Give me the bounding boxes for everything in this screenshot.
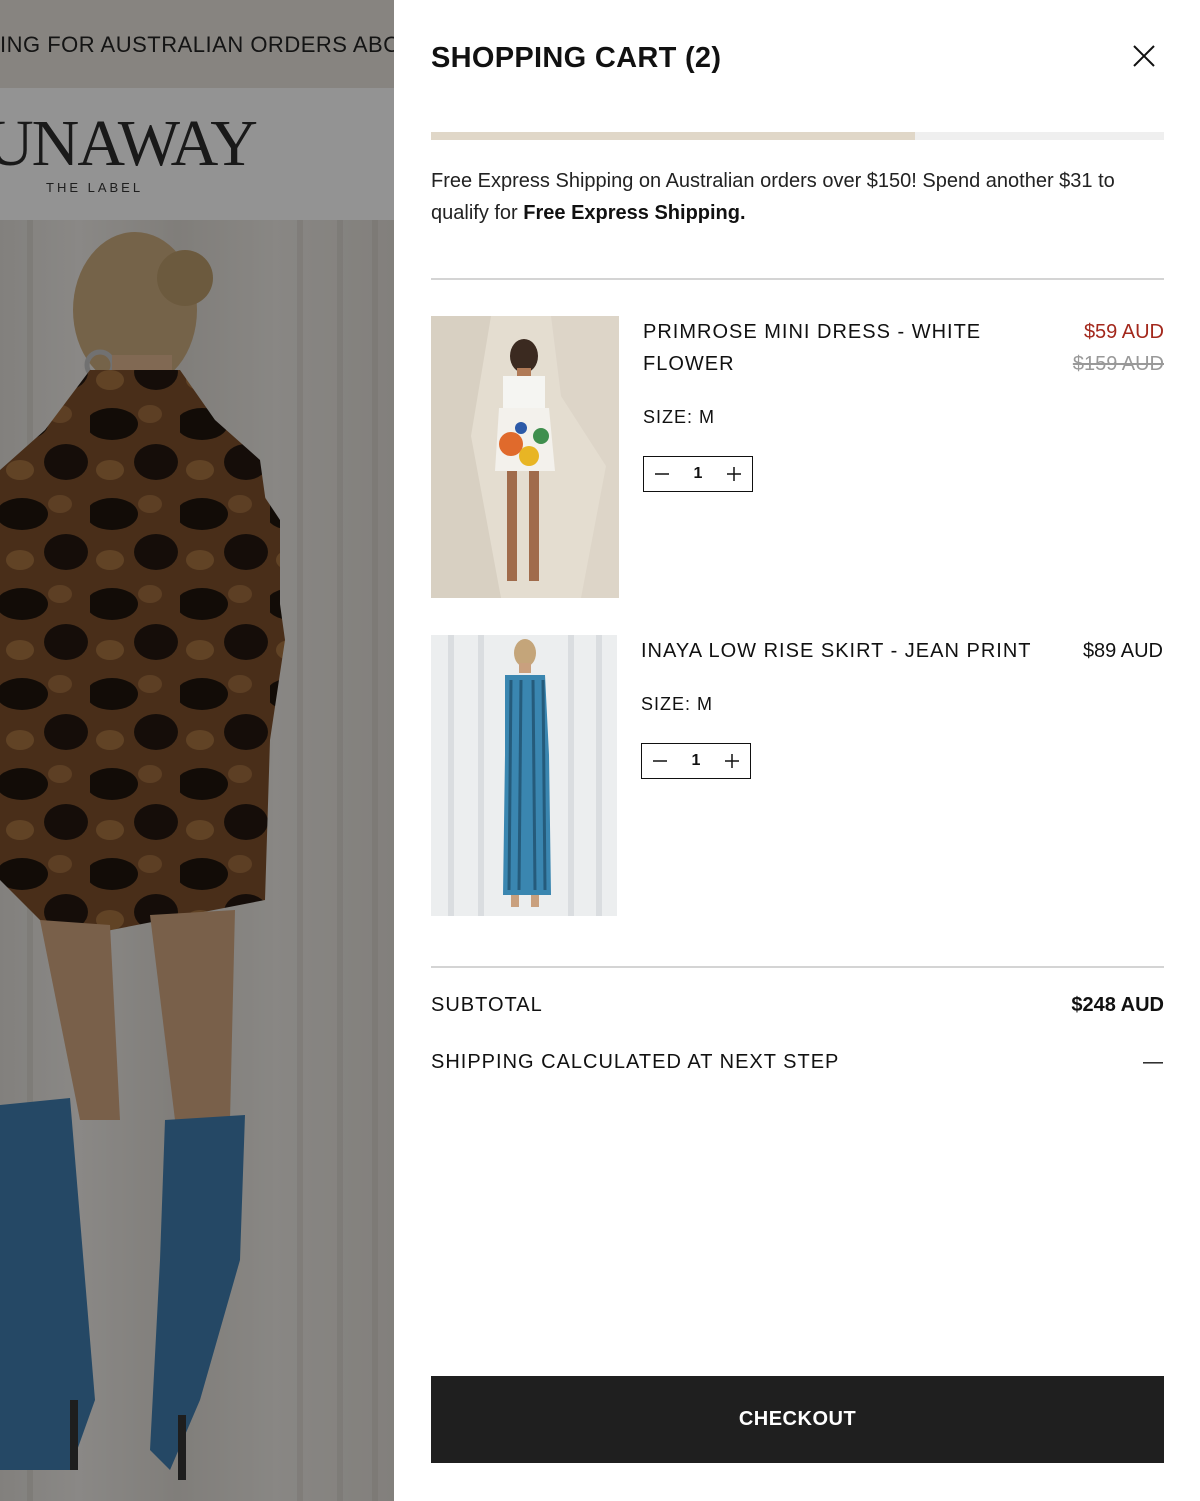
- cart-item-price: $59 AUD: [1083, 321, 1164, 343]
- checkout-button[interactable]: CHECKOUT: [431, 1376, 1164, 1463]
- cart-drawer: SHOPPING CART (2) Free Express Shipping …: [394, 0, 1200, 1501]
- shipping-value: —: [1143, 1051, 1164, 1073]
- minus-icon: [653, 760, 667, 762]
- cart-item-compare-price: $159 AUD: [1072, 353, 1164, 375]
- cart-item-price: $89 AUD: [1082, 640, 1163, 662]
- plus-icon: [727, 467, 741, 481]
- free-shipping-progress-fill: [431, 132, 915, 140]
- divider: [431, 278, 1164, 280]
- subtotal-value: $248 AUD: [1071, 994, 1164, 1016]
- subtotal-row: SUBTOTAL $248 AUD: [431, 994, 1164, 1017]
- shipping-row: SHIPPING CALCULATED AT NEXT STEP —: [431, 1051, 1164, 1074]
- decrease-quantity-button[interactable]: [648, 749, 672, 773]
- cart-item-size: SIZE: M: [643, 407, 716, 427]
- product-image-primrose[interactable]: [431, 316, 619, 603]
- free-shipping-message: Free Express Shipping on Australian orde…: [431, 165, 1164, 229]
- drawer-overlay[interactable]: [0, 0, 394, 1501]
- cart-item-size: SIZE: M: [641, 694, 714, 714]
- increase-quantity-button[interactable]: [722, 462, 746, 486]
- cart-item-name[interactable]: INAYA LOW RISE SKIRT - JEAN PRINT: [641, 635, 1041, 667]
- increase-quantity-button[interactable]: [720, 749, 744, 773]
- product-image-inaya[interactable]: [431, 635, 617, 921]
- cart-item: INAYA LOW RISE SKIRT - JEAN PRINT $89 AU…: [431, 635, 1164, 916]
- background-page[interactable]: ING FOR AUSTRALIAN ORDERS ABO UNAWAY THE…: [0, 0, 394, 1501]
- cart-title: SHOPPING CART (2): [431, 42, 722, 74]
- cart-item-name[interactable]: PRIMROSE MINI DRESS - WHITE FLOWER: [643, 316, 1023, 380]
- minus-icon: [655, 473, 669, 475]
- close-cart-button[interactable]: [1128, 40, 1160, 72]
- plus-icon: [725, 754, 739, 768]
- quantity-stepper[interactable]: 1: [641, 743, 751, 779]
- cart-item: PRIMROSE MINI DRESS - WHITE FLOWER $59 A…: [431, 316, 1164, 598]
- shipping-label: SHIPPING CALCULATED AT NEXT STEP: [431, 1051, 840, 1073]
- quantity-value[interactable]: 1: [694, 465, 703, 483]
- quantity-stepper[interactable]: 1: [643, 456, 753, 492]
- free-shipping-progress: [431, 132, 1164, 140]
- decrease-quantity-button[interactable]: [650, 462, 674, 486]
- close-icon: [1133, 45, 1155, 67]
- subtotal-label: SUBTOTAL: [431, 994, 543, 1016]
- quantity-value[interactable]: 1: [692, 752, 701, 770]
- divider: [431, 966, 1164, 968]
- free-shipping-message-bold: Free Express Shipping.: [523, 202, 746, 224]
